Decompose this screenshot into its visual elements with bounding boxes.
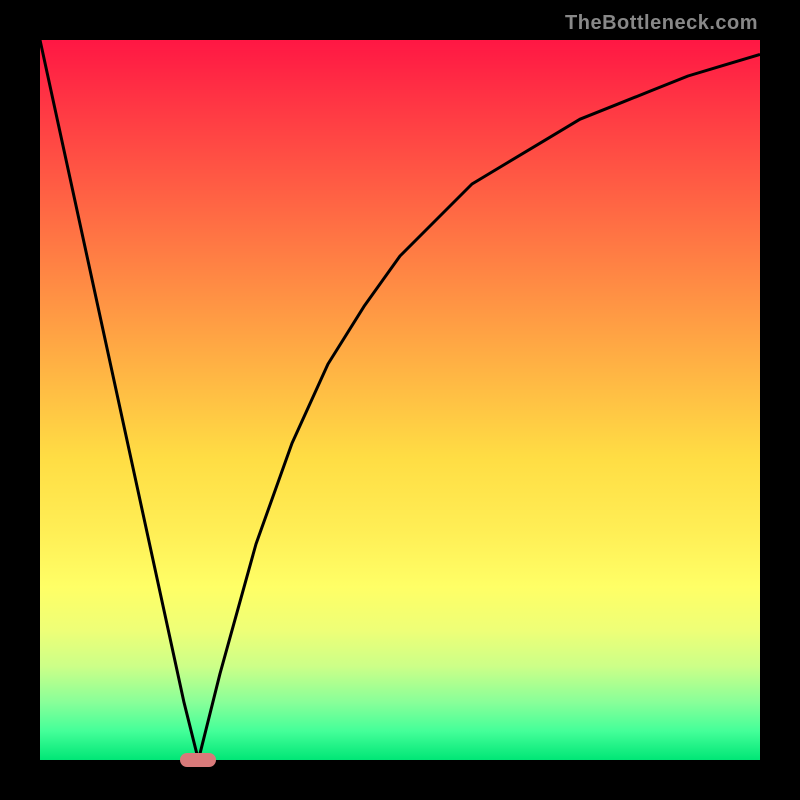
bottleneck-marker xyxy=(180,753,216,767)
chart-curve xyxy=(40,40,760,760)
watermark-text: TheBottleneck.com xyxy=(565,12,758,35)
